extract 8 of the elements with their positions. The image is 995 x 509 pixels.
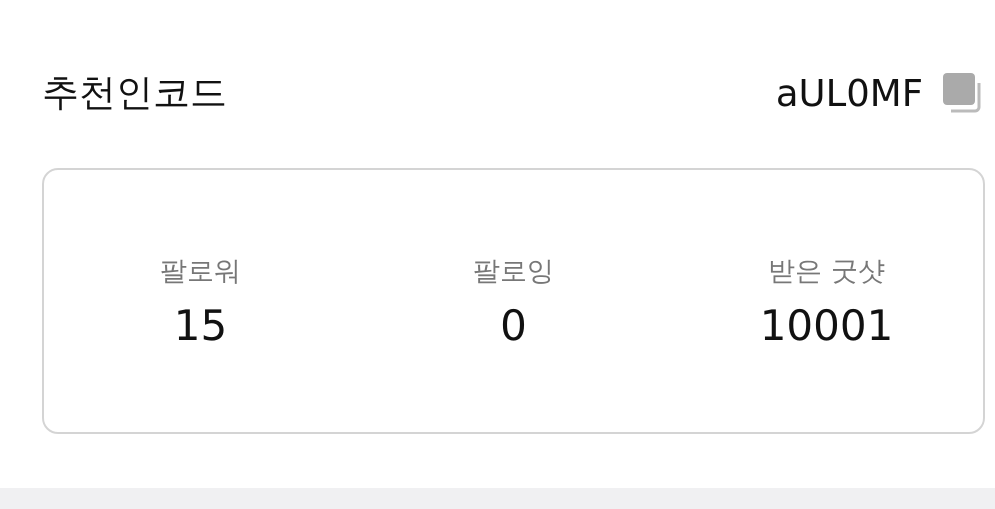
stat-label: 받은 굿샷: [768, 254, 885, 288]
stat-value: 10001: [760, 300, 894, 350]
stat-label: 팔로잉: [473, 254, 554, 288]
stat-value: 15: [174, 300, 228, 350]
stat-label: 팔로워: [160, 254, 241, 288]
referral-code: aUL0MF: [776, 72, 923, 114]
stat-value: 0: [500, 300, 527, 350]
referral-code-label: 추천인코드: [42, 70, 227, 116]
